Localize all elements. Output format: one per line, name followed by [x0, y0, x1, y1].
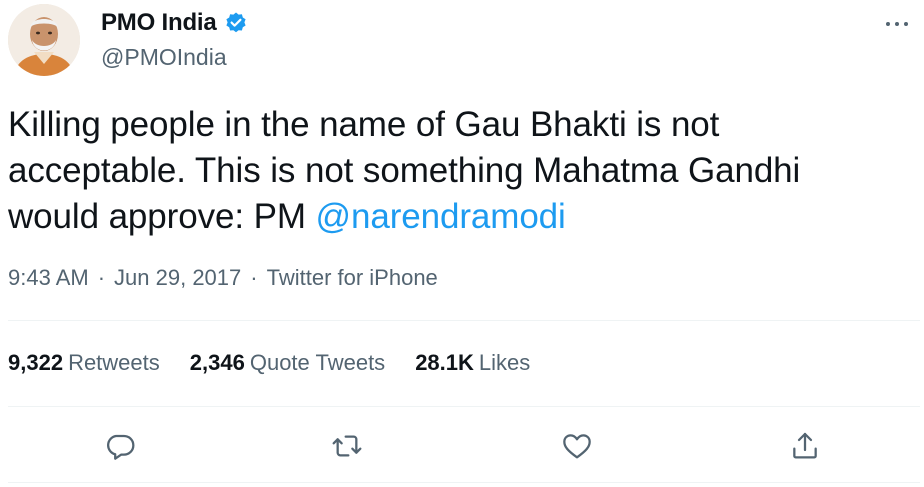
separator: · — [250, 265, 258, 290]
author-handle[interactable]: @PMOIndia — [101, 44, 248, 71]
action-bar — [0, 420, 924, 472]
dot-icon — [895, 22, 899, 26]
tweet-text-line: would approve: PM @narendramodi — [8, 194, 908, 240]
share-icon — [793, 432, 817, 459]
separator: · — [97, 265, 106, 290]
tweet-text-segment: would approve: PM — [8, 197, 316, 236]
share-button[interactable] — [779, 420, 831, 472]
likes-label: Likes — [478, 350, 531, 375]
divider — [8, 320, 920, 321]
retweet-button[interactable] — [321, 420, 373, 472]
reply-button[interactable] — [94, 420, 146, 472]
retweets-label: Retweets — [68, 350, 160, 375]
tweet-text: Killing people in the name of Gau Bhakti… — [8, 102, 908, 240]
mention-link[interactable]: @narendramodi — [316, 197, 566, 236]
quote-tweets-label: Quote Tweets — [249, 350, 386, 375]
tweet-header: PMO India @PMOIndia — [8, 4, 918, 80]
retweets-stat[interactable]: 9,322 Retweets — [8, 350, 160, 376]
like-button[interactable] — [551, 420, 603, 472]
like-icon — [563, 434, 591, 459]
tweet-text-line: Killing people in the name of Gau Bhakti… — [8, 105, 720, 144]
engagement-stats: 9,322 Retweets 2,346 Quote Tweets 28.1K … — [8, 350, 560, 376]
tweet-source[interactable]: Twitter for iPhone — [267, 265, 438, 291]
reply-icon — [107, 434, 135, 460]
tweet-metadata: 9:43 AM · Jun 29, 2017 · Twitter for iPh… — [8, 265, 438, 291]
author-info: PMO India @PMOIndia — [101, 6, 248, 71]
name-row: PMO India — [101, 6, 248, 40]
retweet-icon — [332, 435, 362, 457]
verified-badge-icon — [224, 11, 248, 35]
dot-icon — [886, 22, 890, 26]
more-options-icon[interactable] — [880, 14, 914, 34]
dot-icon — [904, 22, 908, 26]
likes-count: 28.1K — [415, 350, 474, 375]
quote-tweets-count: 2,346 — [189, 350, 245, 375]
tweet-card: PMO India @PMOIndia Killing people in th… — [0, 0, 924, 487]
divider — [8, 406, 920, 407]
display-name[interactable]: PMO India — [101, 9, 217, 37]
divider — [8, 482, 920, 483]
avatar[interactable] — [8, 4, 80, 76]
tweet-date[interactable]: Jun 29, 2017 — [114, 265, 241, 291]
quote-tweets-stat[interactable]: 2,346 Quote Tweets — [190, 350, 385, 376]
tweet-time[interactable]: 9:43 AM — [8, 265, 89, 291]
tweet-text-line: acceptable. This is not something Mahatm… — [8, 151, 801, 190]
retweets-count: 9,322 — [8, 350, 64, 375]
likes-stat[interactable]: 28.1K Likes — [415, 350, 530, 376]
